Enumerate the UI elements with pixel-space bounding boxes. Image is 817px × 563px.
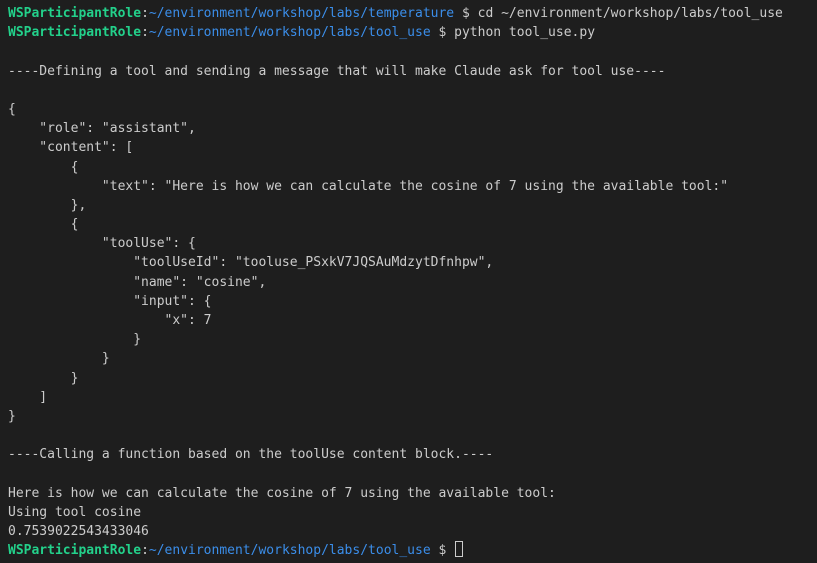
terminal-window[interactable]: WSParticipantRole:~/environment/workshop… — [0, 0, 817, 563]
output-line: } — [8, 408, 16, 424]
output-line: "x": 7 — [8, 313, 212, 328]
command-text: python tool_use.py — [454, 25, 596, 41]
prompt-symbol: $ — [430, 25, 455, 41]
output-line: ] — [8, 389, 48, 405]
output-line: Using tool cosine — [8, 504, 142, 520]
output-line: } — [8, 370, 79, 386]
prompt-separator: : — [141, 25, 149, 41]
terminal-cursor[interactable] — [455, 541, 464, 558]
prompt-symbol: $ — [430, 543, 455, 559]
command-text: cd ~/environment/workshop/labs/tool_use — [477, 6, 783, 21]
command-line: WSParticipantRole:~/environment/workshop… — [8, 23, 817, 42]
output-line: "toolUseId": "tooluse_PSxkV7JQSAuMdzytDf… — [8, 255, 494, 271]
prompt-separator: : — [141, 543, 149, 559]
output-line: }, — [8, 197, 87, 213]
output-line: { — [8, 101, 16, 117]
output-line: } — [8, 351, 110, 367]
prompt-user: WSParticipantRole — [8, 25, 142, 41]
prompt-separator: : — [141, 6, 149, 21]
output-line: Here is how we can calculate the cosine … — [8, 485, 556, 501]
output-line: { — [8, 217, 79, 233]
prompt-user: WSParticipantRole — [8, 6, 142, 21]
output-line: "text": "Here is how we can calculate th… — [8, 178, 729, 194]
output-line: "name": "cosine", — [8, 274, 267, 290]
prompt-path: ~/environment/workshop/labs/tool_use — [148, 543, 431, 559]
output-line: "input": { — [8, 293, 212, 309]
prompt-symbol: $ — [454, 6, 478, 21]
prompt-path: ~/environment/workshop/labs/temperature — [148, 6, 455, 21]
prompt-path: ~/environment/workshop/labs/tool_use — [148, 25, 431, 41]
output-line: "content": [ — [8, 140, 134, 156]
output-line: 0.7539022543433046 — [8, 524, 149, 540]
output-line: { — [8, 159, 79, 175]
output-line: ----Calling a function based on the tool… — [8, 447, 494, 463]
active-prompt-line[interactable]: WSParticipantRole:~/environment/workshop… — [8, 541, 817, 560]
output-line: "role": "assistant", — [8, 121, 196, 137]
command-line: WSParticipantRole:~/environment/workshop… — [8, 4, 817, 23]
prompt-user: WSParticipantRole — [8, 543, 142, 559]
output-line: } — [8, 332, 142, 348]
output-line: ----Defining a tool and sending a messag… — [8, 63, 666, 79]
output-line: "toolUse": { — [8, 236, 196, 252]
